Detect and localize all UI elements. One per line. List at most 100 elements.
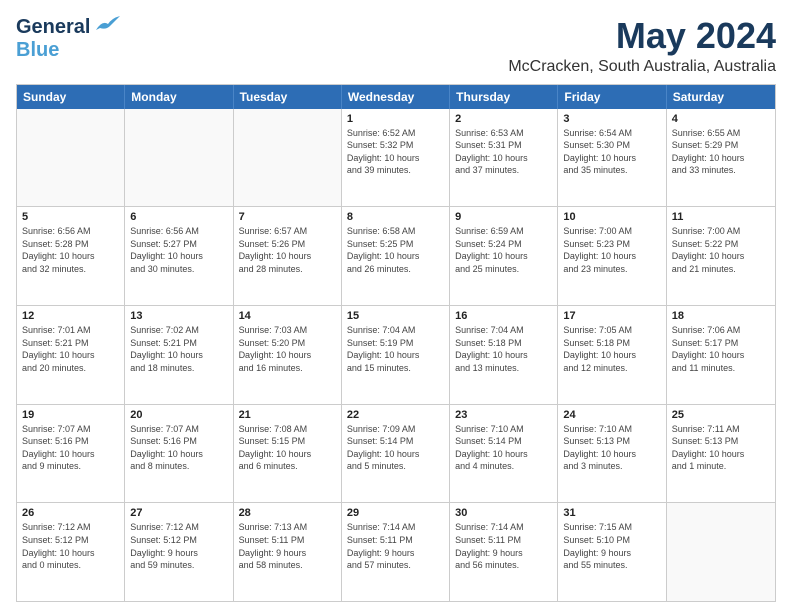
calendar-cell: 27 Sunrise: 7:12 AM Sunset: 5:12 PM Dayli…	[125, 503, 233, 601]
calendar-cell	[234, 109, 342, 207]
calendar-cell: 15 Sunrise: 7:04 AM Sunset: 5:19 PM Dayli…	[342, 306, 450, 404]
calendar-cell: 21 Sunrise: 7:08 AM Sunset: 5:15 PM Dayli…	[234, 405, 342, 503]
day-info: Sunrise: 7:02 AM Sunset: 5:21 PM Dayligh…	[130, 324, 227, 374]
calendar-cell	[17, 109, 125, 207]
day-number: 28	[239, 507, 336, 519]
calendar-cell: 29 Sunrise: 7:14 AM Sunset: 5:11 PM Dayli…	[342, 503, 450, 601]
day-number: 11	[672, 211, 770, 223]
calendar-cell: 18Sunrise: 7:06 AM Sunset: 5:17 PM Dayli…	[667, 306, 775, 404]
logo-bird-icon	[92, 16, 120, 36]
day-info: Sunrise: 6:57 AM Sunset: 5:26 PM Dayligh…	[239, 225, 336, 275]
calendar-row: 5 Sunrise: 6:56 AM Sunset: 5:28 PM Daylig…	[17, 207, 775, 306]
day-info: Sunrise: 6:54 AM Sunset: 5:30 PM Dayligh…	[563, 127, 660, 177]
day-number: 2	[455, 113, 552, 125]
logo: General Blue	[16, 16, 120, 62]
day-number: 21	[239, 409, 336, 421]
day-number: 24	[563, 409, 660, 421]
day-number: 31	[563, 507, 660, 519]
day-info: Sunrise: 7:14 AM Sunset: 5:11 PM Dayligh…	[347, 521, 444, 571]
day-number: 14	[239, 310, 336, 322]
calendar-header-cell: Tuesday	[234, 85, 342, 109]
day-number: 5	[22, 211, 119, 223]
day-number: 25	[672, 409, 770, 421]
day-number: 13	[130, 310, 227, 322]
day-number: 26	[22, 507, 119, 519]
day-info: Sunrise: 7:12 AM Sunset: 5:12 PM Dayligh…	[22, 521, 119, 571]
day-number: 18	[672, 310, 770, 322]
day-info: Sunrise: 7:08 AM Sunset: 5:15 PM Dayligh…	[239, 423, 336, 473]
logo-text: General	[16, 16, 90, 39]
day-number: 10	[563, 211, 660, 223]
day-number: 1	[347, 113, 444, 125]
calendar-header-cell: Wednesday	[342, 85, 450, 109]
calendar-cell: 20 Sunrise: 7:07 AM Sunset: 5:16 PM Dayli…	[125, 405, 233, 503]
calendar-header-cell: Saturday	[667, 85, 775, 109]
calendar-cell: 4 Sunrise: 6:55 AM Sunset: 5:29 PM Daylig…	[667, 109, 775, 207]
calendar-cell: 1Sunrise: 6:52 AM Sunset: 5:32 PM Daylig…	[342, 109, 450, 207]
calendar-cell: 7Sunrise: 6:57 AM Sunset: 5:26 PM Daylig…	[234, 207, 342, 305]
calendar-cell: 14 Sunrise: 7:03 AM Sunset: 5:20 PM Dayli…	[234, 306, 342, 404]
day-info: Sunrise: 7:04 AM Sunset: 5:18 PM Dayligh…	[455, 324, 552, 374]
calendar-cell: 30 Sunrise: 7:14 AM Sunset: 5:11 PM Dayli…	[450, 503, 558, 601]
day-info: Sunrise: 7:09 AM Sunset: 5:14 PM Dayligh…	[347, 423, 444, 473]
day-number: 20	[130, 409, 227, 421]
day-info: Sunrise: 6:59 AM Sunset: 5:24 PM Dayligh…	[455, 225, 552, 275]
calendar-header-cell: Sunday	[17, 85, 125, 109]
calendar-header-cell: Friday	[558, 85, 666, 109]
calendar-cell: 16 Sunrise: 7:04 AM Sunset: 5:18 PM Dayli…	[450, 306, 558, 404]
day-number: 22	[347, 409, 444, 421]
day-info: Sunrise: 6:56 AM Sunset: 5:28 PM Dayligh…	[22, 225, 119, 275]
day-info: Sunrise: 7:14 AM Sunset: 5:11 PM Dayligh…	[455, 521, 552, 571]
day-info: Sunrise: 7:03 AM Sunset: 5:20 PM Dayligh…	[239, 324, 336, 374]
day-number: 16	[455, 310, 552, 322]
day-number: 4	[672, 113, 770, 125]
calendar-cell: 24Sunrise: 7:10 AM Sunset: 5:13 PM Dayli…	[558, 405, 666, 503]
day-info: Sunrise: 7:13 AM Sunset: 5:11 PM Dayligh…	[239, 521, 336, 571]
calendar-cell: 10 Sunrise: 7:00 AM Sunset: 5:23 PM Dayli…	[558, 207, 666, 305]
calendar-cell: 13 Sunrise: 7:02 AM Sunset: 5:21 PM Dayli…	[125, 306, 233, 404]
day-info: Sunrise: 7:00 AM Sunset: 5:22 PM Dayligh…	[672, 225, 770, 275]
day-info: Sunrise: 6:56 AM Sunset: 5:27 PM Dayligh…	[130, 225, 227, 275]
day-number: 27	[130, 507, 227, 519]
main-title: May 2024	[508, 16, 776, 56]
day-number: 8	[347, 211, 444, 223]
day-number: 15	[347, 310, 444, 322]
calendar-cell: 2Sunrise: 6:53 AM Sunset: 5:31 PM Daylig…	[450, 109, 558, 207]
calendar-cell: 9Sunrise: 6:59 AM Sunset: 5:24 PM Daylig…	[450, 207, 558, 305]
calendar-header-cell: Monday	[125, 85, 233, 109]
day-number: 19	[22, 409, 119, 421]
logo-blue-text: Blue	[16, 39, 59, 61]
page: General Blue May 2024 McCracken, South A…	[0, 0, 792, 612]
header: General Blue May 2024 McCracken, South A…	[16, 16, 776, 76]
day-number: 23	[455, 409, 552, 421]
calendar-cell: 17Sunrise: 7:05 AM Sunset: 5:18 PM Dayli…	[558, 306, 666, 404]
day-info: Sunrise: 7:12 AM Sunset: 5:12 PM Dayligh…	[130, 521, 227, 571]
calendar-cell	[125, 109, 233, 207]
calendar-cell: 22 Sunrise: 7:09 AM Sunset: 5:14 PM Dayli…	[342, 405, 450, 503]
day-number: 30	[455, 507, 552, 519]
day-info: Sunrise: 6:58 AM Sunset: 5:25 PM Dayligh…	[347, 225, 444, 275]
calendar-cell: 3Sunrise: 6:54 AM Sunset: 5:30 PM Daylig…	[558, 109, 666, 207]
calendar-row: 1Sunrise: 6:52 AM Sunset: 5:32 PM Daylig…	[17, 109, 775, 208]
day-info: Sunrise: 7:07 AM Sunset: 5:16 PM Dayligh…	[22, 423, 119, 473]
day-info: Sunrise: 7:15 AM Sunset: 5:10 PM Dayligh…	[563, 521, 660, 571]
day-info: Sunrise: 7:07 AM Sunset: 5:16 PM Dayligh…	[130, 423, 227, 473]
calendar-cell: 28 Sunrise: 7:13 AM Sunset: 5:11 PM Dayli…	[234, 503, 342, 601]
calendar-cell: 11 Sunrise: 7:00 AM Sunset: 5:22 PM Dayli…	[667, 207, 775, 305]
day-number: 6	[130, 211, 227, 223]
day-number: 12	[22, 310, 119, 322]
calendar-header-cell: Thursday	[450, 85, 558, 109]
calendar-cell	[667, 503, 775, 601]
calendar-cell: 31 Sunrise: 7:15 AM Sunset: 5:10 PM Dayli…	[558, 503, 666, 601]
day-number: 29	[347, 507, 444, 519]
calendar-row: 19 Sunrise: 7:07 AM Sunset: 5:16 PM Dayli…	[17, 405, 775, 504]
calendar-cell: 25Sunrise: 7:11 AM Sunset: 5:13 PM Dayli…	[667, 405, 775, 503]
calendar-cell: 5 Sunrise: 6:56 AM Sunset: 5:28 PM Daylig…	[17, 207, 125, 305]
day-info: Sunrise: 7:01 AM Sunset: 5:21 PM Dayligh…	[22, 324, 119, 374]
calendar-cell: 26 Sunrise: 7:12 AM Sunset: 5:12 PM Dayli…	[17, 503, 125, 601]
day-info: Sunrise: 6:55 AM Sunset: 5:29 PM Dayligh…	[672, 127, 770, 177]
calendar-body: 1Sunrise: 6:52 AM Sunset: 5:32 PM Daylig…	[17, 109, 775, 601]
day-info: Sunrise: 7:04 AM Sunset: 5:19 PM Dayligh…	[347, 324, 444, 374]
calendar-row: 26 Sunrise: 7:12 AM Sunset: 5:12 PM Dayli…	[17, 503, 775, 601]
day-info: Sunrise: 7:00 AM Sunset: 5:23 PM Dayligh…	[563, 225, 660, 275]
